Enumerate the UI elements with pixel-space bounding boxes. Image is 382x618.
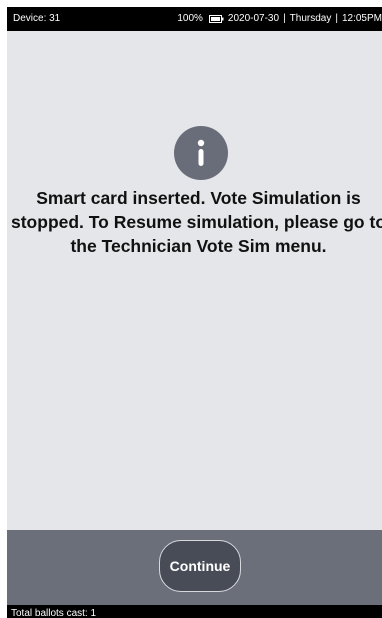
status-info: 100% 2020-07-30 | Thursday | 12:05PM [177, 7, 382, 31]
kiosk-screen: Device: 31 100% 2020-07-30 | Thursday | … [7, 7, 382, 618]
ballot-count-bar: Total ballots cast: 1 [7, 605, 382, 618]
time-label: 12:05PM [341, 13, 382, 24]
date-separator: | [283, 13, 286, 24]
info-icon [174, 126, 228, 180]
date-label: 2020-07-30 [227, 13, 280, 24]
battery-icon [208, 15, 224, 23]
total-ballots-label: Total ballots cast: 1 [11, 608, 97, 618]
battery-percent: 100% [177, 13, 203, 24]
simulation-stopped-message: Smart card inserted. Vote Simulation is … [11, 188, 382, 256]
device-label: Device: 31 [13, 13, 61, 24]
message-area: Smart card inserted. Vote Simulation is … [7, 31, 382, 530]
day-label: Thursday [289, 13, 332, 24]
footer-bar: Continue [7, 530, 382, 605]
time-separator: | [335, 13, 338, 24]
continue-button[interactable]: Continue [159, 540, 241, 592]
status-bar: Device: 31 100% 2020-07-30 | Thursday | … [7, 7, 382, 31]
